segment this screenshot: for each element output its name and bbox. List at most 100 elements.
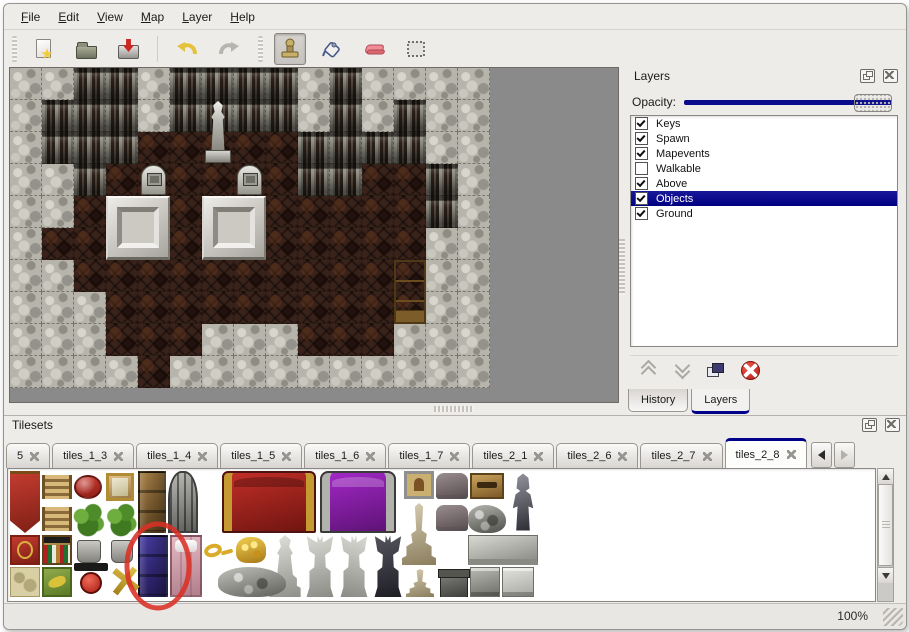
rock-ground-tile[interactable]: [42, 356, 74, 388]
layer-visibility-checkbox[interactable]: [635, 117, 648, 130]
cobble-floor-tile[interactable]: [234, 132, 266, 164]
stone-block-light-tile[interactable]: [502, 567, 534, 597]
rock-ground-tile[interactable]: [426, 292, 458, 324]
rock-ground-tile[interactable]: [234, 356, 266, 388]
tileset-tab-tiles_2_8[interactable]: tiles_2_8: [725, 438, 807, 468]
tileset-tab-tiles_2_6[interactable]: tiles_2_6: [556, 443, 638, 468]
cliff-wall-tile[interactable]: [330, 132, 362, 164]
cobble-floor-tile[interactable]: [362, 260, 394, 292]
cliff-wall-tile[interactable]: [106, 68, 138, 100]
cobble-floor-tile[interactable]: [394, 164, 426, 196]
gray-couch-tile[interactable]: [436, 473, 468, 499]
cobble-floor-tile[interactable]: [362, 164, 394, 196]
cliff-wall-tile[interactable]: [234, 68, 266, 100]
rock-ground-tile[interactable]: [10, 260, 42, 292]
close-tab-icon[interactable]: [703, 452, 712, 461]
cobble-floor-tile[interactable]: [74, 228, 106, 260]
cobble-floor-tile[interactable]: [362, 196, 394, 228]
cliff-wall-tile[interactable]: [426, 164, 458, 196]
grindstone-tile[interactable]: [74, 561, 108, 597]
rock-ground-tile[interactable]: [458, 164, 490, 196]
tombstone-left[interactable]: [138, 164, 170, 196]
rock-ground-tile[interactable]: [74, 324, 106, 356]
red-throne-tile[interactable]: [222, 471, 316, 533]
horizontal-splitter-handle[interactable]: [434, 406, 474, 412]
cobble-floor-tile[interactable]: [42, 228, 74, 260]
stone-pillar-tile[interactable]: [440, 569, 468, 597]
toolbar-drag-handle[interactable]: [12, 36, 17, 62]
cliff-wall-tile[interactable]: [234, 100, 266, 132]
rock-pile-tile[interactable]: [218, 567, 286, 597]
rock-ground-tile[interactable]: [10, 292, 42, 324]
parchment-tile[interactable]: [10, 567, 40, 597]
rock-ground-tile[interactable]: [42, 196, 74, 228]
cliff-wall-tile[interactable]: [266, 100, 298, 132]
rock-ground-tile[interactable]: [10, 132, 42, 164]
rock-ground-tile[interactable]: [362, 68, 394, 100]
rock-ground-tile[interactable]: [426, 100, 458, 132]
cobble-floor-tile[interactable]: [138, 260, 170, 292]
cliff-wall-tile[interactable]: [170, 100, 202, 132]
map-canvas-area[interactable]: [9, 67, 619, 403]
layer-row-walkable[interactable]: Walkable: [631, 161, 897, 176]
raise-layer-button[interactable]: [636, 359, 660, 381]
tomb-pedestal-right[interactable]: [202, 196, 266, 260]
vertical-splitter-handle[interactable]: [619, 239, 625, 295]
rock-ground-tile[interactable]: [42, 292, 74, 324]
tombstone-right[interactable]: [234, 164, 266, 196]
rock-ground-tile[interactable]: [170, 356, 202, 388]
close-tab-icon[interactable]: [282, 452, 291, 461]
cobble-floor-tile[interactable]: [138, 132, 170, 164]
rock-ground-tile[interactable]: [138, 100, 170, 132]
cobble-floor-tile[interactable]: [266, 228, 298, 260]
scrollbar-down-button[interactable]: [878, 567, 893, 583]
rock-ground-tile[interactable]: [394, 356, 426, 388]
cobble-floor-tile[interactable]: [170, 228, 202, 260]
layer-visibility-checkbox[interactable]: [635, 207, 648, 220]
map-canvas[interactable]: [10, 68, 490, 388]
cliff-wall-tile[interactable]: [74, 100, 106, 132]
demon-statue-tile[interactable]: [372, 535, 404, 597]
statue-monument[interactable]: [202, 100, 234, 164]
cliff-wall-tile[interactable]: [42, 132, 74, 164]
rock-ground-tile[interactable]: [426, 132, 458, 164]
rock-ground-tile[interactable]: [330, 356, 362, 388]
close-icon[interactable]: [885, 418, 900, 432]
cobble-floor-tile[interactable]: [202, 260, 234, 292]
cobble-floor-tile[interactable]: [170, 260, 202, 292]
close-tab-icon[interactable]: [366, 452, 375, 461]
cliff-wall-tile[interactable]: [298, 132, 330, 164]
cobble-floor-tile[interactable]: [106, 292, 138, 324]
rock-ground-tile[interactable]: [202, 356, 234, 388]
armor-statue-tile[interactable]: [506, 471, 540, 533]
close-tab-icon[interactable]: [618, 452, 627, 461]
rock-ground-tile[interactable]: [298, 356, 330, 388]
layer-visibility-checkbox[interactable]: [635, 192, 648, 205]
cliff-wall-tile[interactable]: [298, 164, 330, 196]
close-tab-icon[interactable]: [198, 452, 207, 461]
undo-button[interactable]: [171, 33, 203, 65]
close-icon[interactable]: [883, 69, 898, 83]
cobble-floor-tile[interactable]: [330, 228, 362, 260]
rock-ground-tile[interactable]: [426, 260, 458, 292]
cobble-floor-tile[interactable]: [234, 260, 266, 292]
small-obelisk-tile[interactable]: [406, 569, 434, 597]
rock-ground-tile[interactable]: [10, 324, 42, 356]
rock-ground-tile[interactable]: [298, 68, 330, 100]
cliff-wall-tile[interactable]: [74, 164, 106, 196]
rock-ground-tile[interactable]: [458, 228, 490, 260]
cobble-floor-tile[interactable]: [266, 164, 298, 196]
rock-ground-tile[interactable]: [426, 356, 458, 388]
rock-ground-tile[interactable]: [74, 292, 106, 324]
green-banner-tile[interactable]: [42, 567, 72, 597]
cobble-floor-tile[interactable]: [298, 260, 330, 292]
tileset-tab-tiles_1_3[interactable]: tiles_1_3: [52, 443, 134, 468]
rock-ground-tile[interactable]: [10, 164, 42, 196]
wooden-chest-tile[interactable]: [470, 473, 504, 499]
new-file-button[interactable]: [28, 33, 60, 65]
rock-ground-tile[interactable]: [106, 356, 138, 388]
rock-ground-tile[interactable]: [362, 100, 394, 132]
rock-ground-tile[interactable]: [458, 260, 490, 292]
tileset-tab-tiles_1_7[interactable]: tiles_1_7: [388, 443, 470, 468]
gargoyle-statue-2-tile[interactable]: [338, 535, 370, 597]
